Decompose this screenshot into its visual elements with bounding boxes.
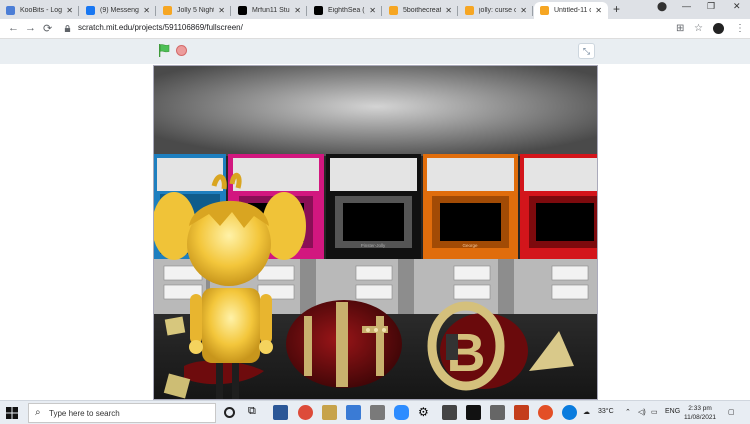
- tab-favicon-icon: [86, 6, 95, 15]
- language-indicator[interactable]: ENG: [665, 408, 680, 415]
- browser-tab[interactable]: Untitled-11 o ✕: [534, 2, 608, 19]
- powerpoint-app-icon[interactable]: [514, 405, 529, 420]
- edge-app-icon[interactable]: [562, 405, 577, 420]
- volume-icon[interactable]: ◁): [638, 408, 646, 416]
- tab-title: EighthSea (@: [328, 7, 365, 14]
- tab-title: Untitled-11 o: [554, 7, 592, 14]
- stop-sign-icon[interactable]: [176, 45, 187, 56]
- tools-app-icon[interactable]: [370, 405, 385, 420]
- green-flag-icon[interactable]: [158, 44, 170, 57]
- wall-backdrop: [154, 66, 597, 156]
- profile-avatar[interactable]: [713, 23, 724, 34]
- zoom-app-icon[interactable]: [394, 405, 409, 420]
- project-stage[interactable]: Pinster-Jolly George B: [153, 65, 598, 400]
- notifications-icon[interactable]: ▢: [728, 408, 735, 416]
- media-app-icon[interactable]: [442, 405, 457, 420]
- browser-tab[interactable]: jolly: curse of ✕: [459, 2, 533, 19]
- tab-title: 5boithecreat: [403, 7, 442, 14]
- arcade-cabinet-black: Pinster-Jolly: [326, 154, 421, 259]
- clock-date: 11/08/2021: [684, 414, 717, 421]
- mrfun-app-icon[interactable]: [466, 405, 481, 420]
- tab-close-icon[interactable]: ✕: [294, 6, 301, 15]
- tab-title: KooBits - Log: [20, 7, 63, 14]
- cabinet-sign-left: Pinster-Jolly: [361, 243, 386, 248]
- tab-title: Mrfun11 Stud: [252, 7, 291, 14]
- browser-tab[interactable]: EighthSea (@ ✕: [308, 2, 382, 19]
- tab-close-icon[interactable]: ✕: [218, 6, 225, 15]
- calculator-app-icon[interactable]: [346, 405, 361, 420]
- tab-favicon-icon: [389, 6, 398, 15]
- tab-favicon-icon: [465, 6, 474, 15]
- taskbar-clock[interactable]: 2:33 pm 11/08/2021: [684, 404, 716, 422]
- chrome-app-icon[interactable]: [298, 405, 313, 420]
- tab-close-icon[interactable]: ✕: [66, 6, 73, 15]
- broken-barrel: [286, 300, 402, 388]
- browser-toolbar: ← → ⟳ scratch.mit.edu/projects/591106869…: [0, 19, 750, 39]
- tab-favicon-icon: [540, 6, 549, 15]
- tab-title: Jolly 5 Night: [177, 7, 215, 14]
- files-app-icon[interactable]: [322, 405, 337, 420]
- browser-tab[interactable]: 5boithecreat ✕: [383, 2, 458, 19]
- back-icon[interactable]: ←: [8, 22, 19, 34]
- tab-favicon-icon: [314, 6, 323, 15]
- bookmark-star-icon[interactable]: ☆: [694, 23, 703, 34]
- tab-title: (9) Messenge: [100, 7, 140, 14]
- new-tab-button[interactable]: +: [613, 2, 620, 16]
- camera-app-icon[interactable]: [490, 405, 505, 420]
- browser-app-icon[interactable]: [538, 405, 553, 420]
- taskbar-search-box[interactable]: ⌕ Type here to search: [28, 403, 216, 423]
- tab-title: jolly: curse of: [479, 7, 517, 14]
- cortana-icon[interactable]: [224, 407, 235, 418]
- minimize-icon[interactable]: —: [682, 1, 691, 11]
- settings-gear-icon[interactable]: ⚙: [418, 405, 433, 420]
- clock-time: 2:33 pm: [688, 405, 712, 412]
- exit-fullscreen-button[interactable]: ⤡: [578, 43, 595, 59]
- browser-tab[interactable]: Mrfun11 Stud ✕: [232, 2, 307, 19]
- tab-favicon-icon: [163, 6, 172, 15]
- tab-favicon-icon: [6, 6, 15, 15]
- task-view-icon[interactable]: ⧉: [248, 405, 263, 420]
- reload-icon[interactable]: ⟳: [43, 22, 52, 35]
- tab-close-icon[interactable]: ✕: [143, 6, 150, 15]
- forward-icon[interactable]: →: [25, 22, 36, 34]
- scratch-player-controls: ⤡: [0, 39, 750, 64]
- arcade-cabinet-red: [520, 154, 597, 259]
- tab-favicon-icon: [238, 6, 247, 15]
- word-app-icon[interactable]: [273, 405, 288, 420]
- lock-icon[interactable]: [64, 25, 71, 32]
- stage-scene: Pinster-Jolly George B: [154, 66, 597, 399]
- browser-tab[interactable]: KooBits - Log ✕: [0, 2, 79, 19]
- address-bar-url[interactable]: scratch.mit.edu/projects/591106869/fulls…: [78, 23, 243, 32]
- browser-tab[interactable]: Jolly 5 Night ✕: [157, 2, 231, 19]
- windows-start-icon[interactable]: [6, 407, 18, 419]
- browser-tab[interactable]: (9) Messenge ✕: [80, 2, 156, 19]
- weather-icon[interactable]: ☁: [583, 408, 590, 416]
- tab-close-icon[interactable]: ✕: [520, 6, 527, 15]
- tray-overflow-icon[interactable]: ⌃: [625, 408, 631, 416]
- close-window-icon[interactable]: ✕: [733, 1, 741, 12]
- cabinet-sign-right: George: [462, 243, 478, 248]
- tab-close-icon[interactable]: ✕: [369, 6, 376, 15]
- temperature-text[interactable]: 33°C: [598, 408, 614, 415]
- tab-close-icon[interactable]: ✕: [595, 6, 602, 15]
- arcade-cabinet-orange: George: [423, 154, 518, 259]
- restore-icon[interactable]: ❐: [707, 1, 715, 12]
- browser-menu-icon[interactable]: ⋮: [735, 23, 745, 34]
- network-icon[interactable]: ▭: [651, 408, 658, 416]
- windows-taskbar: ⌕ Type here to search ⧉ ⚙ ☁ 33°C ⌃ ◁) ▭ …: [0, 400, 750, 424]
- profile-menu-icon[interactable]: ⬤: [657, 1, 667, 12]
- translate-icon[interactable]: ⊞: [676, 23, 684, 34]
- tab-strip: KooBits - Log ✕ (9) Messenge ✕ Jolly 5 Night…: [0, 0, 750, 19]
- search-icon: ⌕: [35, 407, 41, 418]
- tab-close-icon[interactable]: ✕: [445, 6, 452, 15]
- debris-piece: [164, 316, 186, 336]
- taskbar-search-placeholder: Type here to search: [49, 409, 120, 418]
